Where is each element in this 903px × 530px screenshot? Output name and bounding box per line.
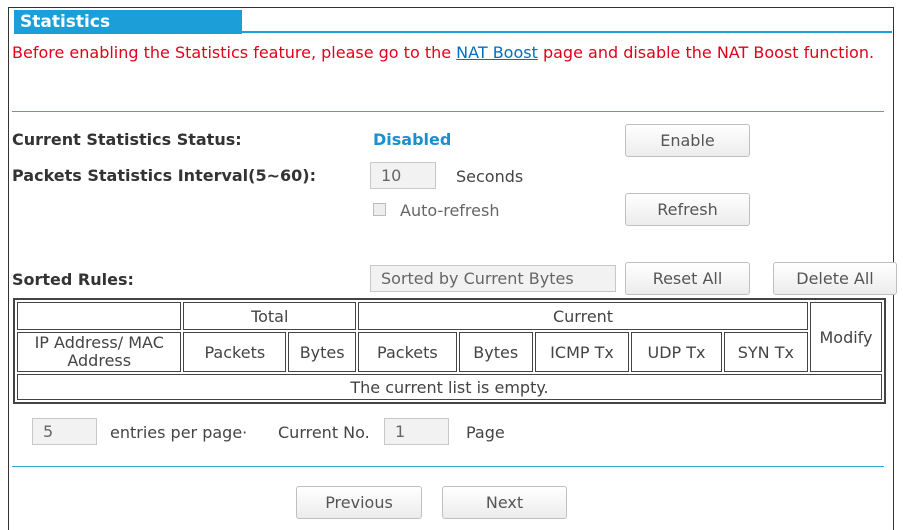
title-underline [242, 31, 892, 33]
enable-button[interactable]: Enable [625, 124, 750, 157]
interval-unit: Seconds [456, 167, 524, 186]
warning-text-after: page and disable the NAT Boost function. [537, 43, 875, 62]
nat-boost-link[interactable]: NAT Boost [456, 43, 538, 62]
refresh-button[interactable]: Refresh [625, 193, 750, 226]
sorted-rules-label: Sorted Rules: [12, 270, 134, 289]
statistics-table: Total Current Modify IP Address/ MAC Add… [13, 298, 886, 404]
auto-refresh-label: Auto-refresh [400, 201, 500, 220]
entries-per-page-label: entries per page· [110, 423, 248, 442]
status-value: Disabled [373, 130, 452, 149]
header-udp-tx: UDP Tx [631, 332, 722, 372]
page-label: Page [466, 423, 505, 442]
current-page-input[interactable]: 1 [384, 418, 449, 445]
header-syn-tx: SYN Tx [723, 332, 808, 372]
table-column-header: IP Address/ MAC Address Packets Bytes Pa… [17, 332, 882, 372]
entries-per-page-input[interactable]: 5 [32, 418, 97, 445]
interval-label: Packets Statistics Interval(5~60): [12, 166, 316, 185]
warning-text-before: Before enabling the Statistics feature, … [12, 43, 457, 62]
header-icmp-tx: ICMP Tx [534, 332, 630, 372]
reset-all-button[interactable]: Reset All [625, 262, 750, 295]
page-title: Statistics [14, 10, 242, 34]
header-current: Current [358, 302, 808, 330]
divider-top [12, 111, 884, 112]
sort-select[interactable]: Sorted by Current Bytes [370, 265, 616, 292]
nat-boost-warning: Before enabling the Statistics feature, … [12, 43, 887, 62]
header-ip-mac: IP Address/ MAC Address [17, 332, 182, 372]
header-total-bytes: Bytes [288, 332, 357, 372]
delete-all-button[interactable]: Delete All [773, 262, 897, 295]
previous-button[interactable]: Previous [296, 486, 422, 519]
table-row: The current list is empty. [17, 374, 882, 400]
empty-list-message: The current list is empty. [17, 374, 882, 400]
auto-refresh-checkbox[interactable] [373, 203, 386, 216]
header-modify: Modify [810, 302, 882, 372]
header-current-bytes: Bytes [458, 332, 533, 372]
next-button[interactable]: Next [442, 486, 567, 519]
header-current-packets: Packets [358, 332, 457, 372]
header-blank [17, 302, 182, 330]
table-group-header: Total Current Modify [17, 302, 882, 372]
interval-input[interactable]: 10 [370, 162, 436, 189]
header-total-packets: Packets [183, 332, 287, 372]
status-label: Current Statistics Status: [12, 130, 242, 149]
divider-bottom [12, 466, 884, 467]
current-no-label: Current No. [278, 423, 370, 442]
header-total: Total [183, 302, 357, 330]
